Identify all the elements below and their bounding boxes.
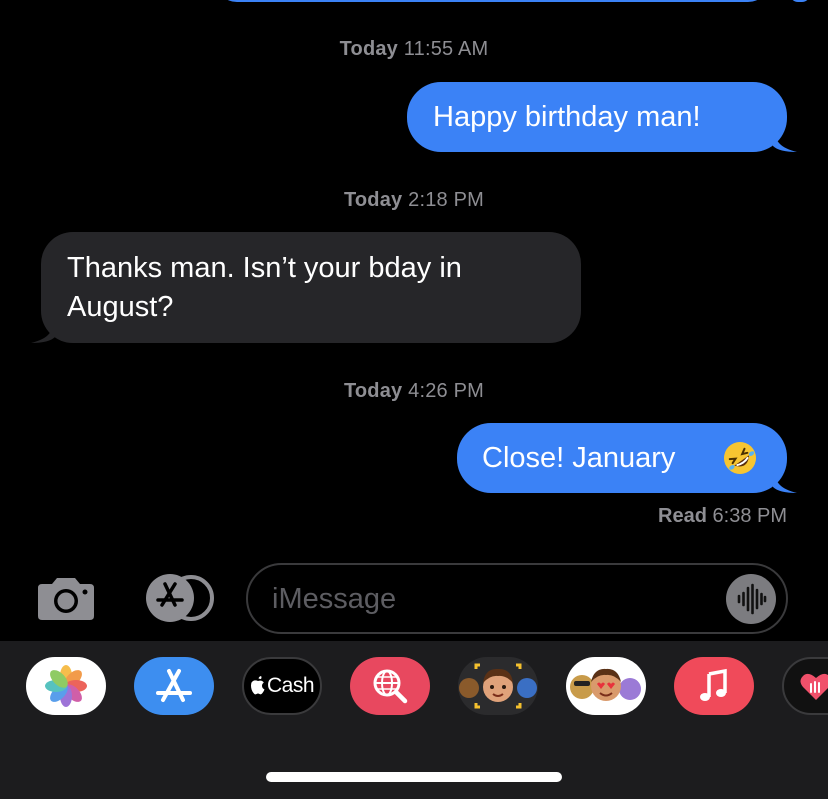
heart-touch-icon <box>800 673 828 700</box>
cash-label: Cash <box>266 674 315 697</box>
previous-message-bubble[interactable] <box>215 0 770 2</box>
memoji-icon <box>459 663 537 709</box>
bubble-tail <box>773 128 797 152</box>
message-text-line-1: Thanks man. Isn’t your bday in <box>67 252 462 284</box>
photos-icon <box>45 665 87 707</box>
timestamp-time: 4:26 PM <box>408 380 485 402</box>
timestamp-day: Today <box>339 38 399 60</box>
rolling-on-the-floor-laughing-emoji <box>724 442 756 474</box>
bubble-tail <box>31 319 55 343</box>
globe-search-icon <box>373 669 408 704</box>
app-memoji-stickers[interactable] <box>566 657 646 715</box>
read-receipt: Read 6:38 PM <box>658 505 787 528</box>
app-drawer: Cash <box>0 641 828 799</box>
timestamp-time: 2:18 PM <box>408 189 485 211</box>
sent-message-bubble[interactable]: Close! January <box>457 423 797 493</box>
timestamp-day: Today <box>343 189 403 211</box>
received-message-bubble[interactable]: Thanks man. Isn’t your bday in August? <box>31 232 581 343</box>
app-music[interactable] <box>674 657 754 715</box>
message-input[interactable]: iMessage <box>246 563 788 634</box>
message-placeholder: iMessage <box>272 583 397 615</box>
app-digital-touch[interactable] <box>782 657 828 715</box>
message-text: Happy birthday man! <box>433 101 701 133</box>
timestamp-day: Today <box>343 380 403 402</box>
memoji-stickers-icon <box>570 668 641 701</box>
camera-icon[interactable] <box>34 574 98 622</box>
app-apple-cash[interactable]: Cash <box>242 657 322 715</box>
app-photos[interactable] <box>26 657 106 715</box>
music-note-icon <box>700 668 727 701</box>
apple-logo-icon <box>250 676 265 695</box>
audio-waveform-icon <box>737 583 767 615</box>
audio-message-button[interactable] <box>726 574 776 624</box>
timestamp-3: Today 4:26 PM <box>0 380 828 403</box>
timestamp-1: Today 11:55 AM <box>0 38 828 61</box>
read-label: Read <box>658 505 707 527</box>
app-search-images[interactable] <box>350 657 430 715</box>
app-memoji[interactable] <box>458 657 538 715</box>
home-indicator[interactable] <box>266 772 562 782</box>
timestamp-2: Today 2:18 PM <box>0 189 828 212</box>
sent-message-bubble[interactable]: Happy birthday man! <box>407 82 797 152</box>
previous-message-tail <box>790 0 810 2</box>
app-store-icon <box>156 669 192 702</box>
message-text-line-2: August? <box>67 291 174 323</box>
read-time: 6:38 PM <box>712 505 787 527</box>
message-text: Close! January <box>482 442 676 474</box>
app-store-icon[interactable] <box>138 573 216 623</box>
timestamp-time: 11:55 AM <box>403 38 489 60</box>
app-store[interactable] <box>134 657 214 715</box>
bubble-tail <box>773 469 797 493</box>
